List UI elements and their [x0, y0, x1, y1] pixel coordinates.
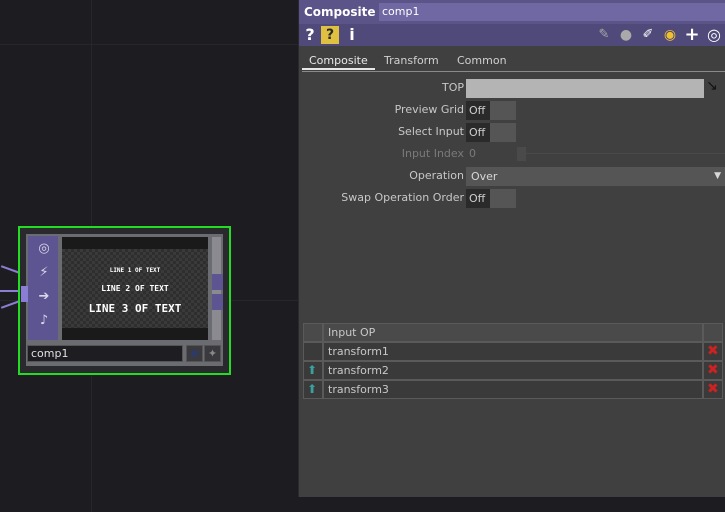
delete-icon[interactable]: ✖	[703, 380, 723, 399]
input-index-slider-handle[interactable]	[517, 147, 526, 161]
comp-node[interactable]: ◎ ⚡ ➔ ♪ LINE 1 OF TEXT LINE 2 OF TEXT LI…	[18, 226, 231, 375]
parameter-panel: Composite comp1 ? ? i ✎ ● ✐ ◉ + ◎ Compos…	[298, 0, 725, 497]
param-row-operation: Operation Over ▼	[299, 166, 725, 186]
panel-header: Composite comp1	[299, 0, 725, 24]
tab-common[interactable]: Common	[450, 53, 514, 70]
plus-icon: ✦	[207, 347, 218, 360]
swap-order-toggle[interactable]: Off	[466, 189, 516, 208]
move-up-icon[interactable]: ⬆	[303, 361, 323, 380]
edit-icon[interactable]: ✎	[596, 26, 612, 44]
top-field[interactable]	[466, 79, 704, 98]
input-op-field[interactable]: transform2	[323, 361, 703, 380]
comment-icon[interactable]: ●	[617, 26, 635, 44]
arrow-right-icon[interactable]: ➔	[35, 288, 53, 306]
node-display-button[interactable]	[186, 345, 203, 362]
param-row-top: TOP ↘	[299, 78, 725, 98]
operation-menu[interactable]: Over ▼	[466, 167, 725, 186]
panel-toolbar: ? ? i ✎ ● ✐ ◉ + ◎	[299, 24, 725, 46]
drag-arrow-icon[interactable]: ↘	[706, 78, 718, 94]
python-help-icon[interactable]: ?	[321, 26, 339, 44]
cook-icon[interactable]: ⚡	[35, 264, 53, 282]
viewer-icon[interactable]: ◎	[35, 240, 53, 258]
tab-transform[interactable]: Transform	[377, 53, 446, 70]
input-wire[interactable]	[0, 290, 20, 292]
toggle-value: Off	[466, 123, 490, 142]
preview-text-line-3: LINE 3 OF TEXT	[88, 302, 182, 315]
input-index-value[interactable]: 0	[469, 147, 476, 160]
preview-text-line-2: LINE 2 OF TEXT	[101, 284, 169, 293]
param-row-select-input: Select Input Off	[299, 122, 725, 142]
toggle-knob	[490, 189, 516, 208]
node-flag-strip: ◎ ⚡ ➔ ♪	[28, 236, 58, 340]
input-index-slider-track[interactable]	[526, 153, 725, 154]
param-row-input-index: Input Index 0	[299, 144, 725, 164]
param-label: TOP	[441, 81, 464, 94]
param-label: Swap Operation Order	[341, 191, 464, 204]
python-icon[interactable]: ◉	[661, 26, 679, 44]
select-input-toggle[interactable]: Off	[466, 123, 516, 142]
move-up-icon[interactable]: ⬆	[303, 380, 323, 399]
node-output-connector[interactable]	[212, 294, 223, 310]
input-op-field[interactable]: transform1	[323, 342, 703, 361]
dot-icon	[191, 350, 198, 357]
param-row-swap-order: Swap Operation Order Off	[299, 188, 725, 208]
clipboard-icon[interactable]: ✐	[639, 26, 657, 44]
preview-text-line-1: LINE 1 OF TEXT	[109, 267, 161, 274]
tab-composite[interactable]: Composite	[302, 53, 375, 70]
node-viewer: LINE 1 OF TEXT LINE 2 OF TEXT LINE 3 OF …	[62, 237, 208, 340]
bypass-icon[interactable]: ♪	[35, 312, 53, 330]
table-row: transform1 ✖	[303, 342, 724, 361]
target-icon[interactable]: ◎	[705, 26, 723, 44]
delete-icon[interactable]: ✖	[703, 342, 723, 361]
operation-value: Over	[471, 170, 498, 183]
grid-line	[0, 44, 298, 45]
help-icon[interactable]: ?	[304, 26, 316, 44]
input-op-field[interactable]: transform3	[323, 380, 703, 399]
param-label: Preview Grid	[394, 103, 464, 116]
parameter-tabs: Composite Transform Common	[302, 52, 725, 72]
node-name-label[interactable]: comp1	[27, 345, 183, 362]
toggle-knob	[490, 123, 516, 142]
param-label: Select Input	[398, 125, 464, 138]
toggle-knob	[490, 101, 516, 120]
node-output-connector[interactable]	[212, 274, 223, 290]
toggle-value: Off	[466, 189, 490, 208]
delete-icon[interactable]: ✖	[703, 361, 723, 380]
param-row-preview-grid: Preview Grid Off	[299, 100, 725, 120]
add-icon[interactable]: +	[683, 26, 701, 44]
table-row: ⬆ transform2 ✖	[303, 361, 724, 380]
toggle-value: Off	[466, 101, 490, 120]
table-cell	[703, 323, 723, 342]
preview-grid-toggle[interactable]: Off	[466, 101, 516, 120]
table-header-row: Input OP	[303, 323, 724, 342]
info-icon[interactable]: i	[347, 26, 357, 44]
preview-checker: LINE 1 OF TEXT LINE 2 OF TEXT LINE 3 OF …	[62, 249, 208, 328]
param-label: Input Index	[401, 147, 464, 160]
table-cell	[303, 323, 323, 342]
table-header-input-op: Input OP	[323, 323, 703, 342]
param-label: Operation	[409, 169, 464, 182]
table-cell	[303, 342, 323, 361]
node-add-button[interactable]: ✦	[204, 345, 221, 362]
table-row: ⬆ transform3 ✖	[303, 380, 724, 399]
op-name-field[interactable]: comp1	[379, 3, 725, 21]
node-body: ◎ ⚡ ➔ ♪ LINE 1 OF TEXT LINE 2 OF TEXT LI…	[21, 234, 223, 366]
op-type-label: Composite	[304, 5, 376, 19]
chevron-down-icon: ▼	[714, 171, 721, 181]
